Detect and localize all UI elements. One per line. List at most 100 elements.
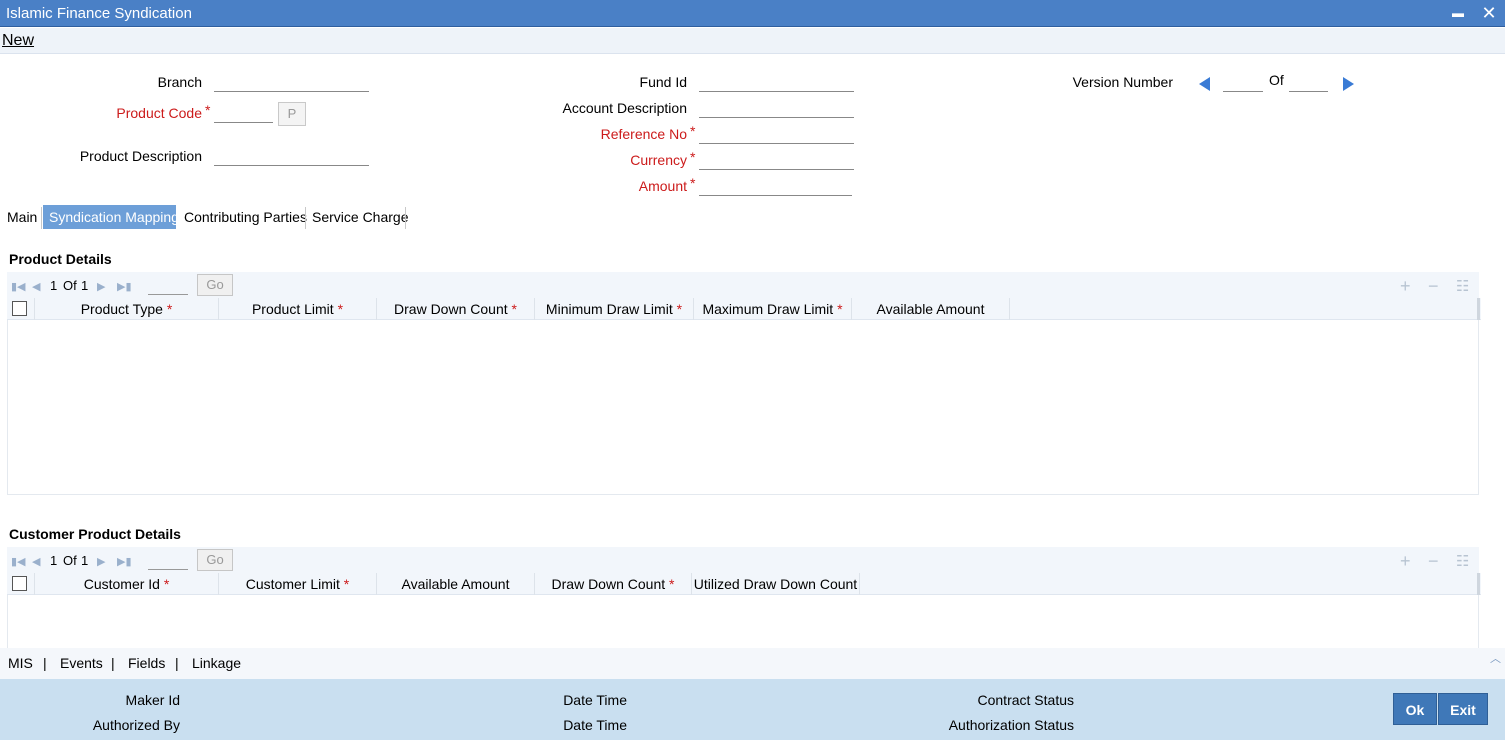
customer-product-details-header: Customer Id * Customer Limit * Available… — [7, 573, 1481, 595]
exit-button[interactable]: Exit — [1438, 693, 1488, 725]
link-separator: | — [175, 655, 179, 671]
column-label: Draw Down Count — [551, 576, 666, 592]
column-draw-down-count: Draw Down Count * — [377, 298, 534, 320]
column-label: Customer Limit — [245, 576, 340, 592]
maker-date-time-label: Date Time — [563, 692, 627, 708]
events-link[interactable]: Events — [60, 655, 103, 671]
column-utilized-draw-down-count: Utilized Draw Down Count — [693, 576, 858, 592]
product-code-input[interactable] — [214, 103, 273, 123]
pager-current: 1 — [50, 553, 58, 568]
go-button[interactable]: Go — [197, 274, 233, 296]
page-number-input[interactable] — [148, 276, 188, 295]
pager-of: Of — [63, 278, 77, 293]
customer-product-details-body — [7, 595, 1479, 648]
required-mark: * — [511, 301, 517, 317]
close-icon[interactable]: ✕ — [1478, 2, 1500, 24]
view-row-icon[interactable]: ☷ — [1456, 277, 1469, 295]
product-description-input[interactable] — [214, 146, 369, 166]
column-available-amount: Available Amount — [401, 576, 510, 592]
select-all-checkbox[interactable] — [12, 576, 27, 591]
go-button[interactable]: Go — [197, 549, 233, 571]
product-details-scrollbar[interactable] — [1477, 298, 1480, 320]
window-titlebar: Islamic Finance Syndication ▬ ✕ — [0, 0, 1505, 27]
column-maximum-draw-limit: Maximum Draw Limit * — [694, 298, 851, 320]
column-label: Product Type — [80, 301, 163, 317]
contract-status-label: Contract Status — [977, 692, 1075, 708]
window-title: Islamic Finance Syndication — [6, 5, 192, 22]
menu-bar: New — [0, 28, 1505, 54]
required-mark: * — [166, 301, 173, 317]
fund-id-label: Fund Id — [639, 74, 687, 90]
last-page-icon[interactable]: ▶▮ — [117, 280, 132, 293]
fund-id-input[interactable] — [699, 72, 854, 92]
product-code-label: Product Code — [116, 105, 202, 121]
authorized-by-label: Authorized By — [92, 717, 180, 733]
product-description-label: Product Description — [79, 148, 202, 164]
required-mark: * — [669, 576, 675, 592]
tab-main[interactable]: Main — [1, 205, 43, 229]
linkage-link[interactable]: Linkage — [192, 655, 241, 671]
column-label: Maximum Draw Limit — [702, 301, 834, 317]
previous-page-icon[interactable]: ◀ — [32, 280, 40, 293]
link-separator: | — [111, 655, 115, 671]
column-minimum-draw-limit: Minimum Draw Limit * — [535, 298, 693, 320]
delete-row-icon[interactable]: − — [1428, 551, 1439, 572]
page-number-input[interactable] — [148, 551, 188, 570]
scroll-up-icon[interactable]: ︿ — [1490, 650, 1501, 666]
tab-separator — [405, 207, 406, 229]
branch-input[interactable] — [214, 72, 369, 92]
version-number-label: Version Number — [1072, 74, 1173, 90]
next-page-icon[interactable]: ▶ — [97, 280, 105, 293]
fields-link[interactable]: Fields — [128, 655, 165, 671]
required-mark: * — [690, 123, 696, 139]
reference-no-label: Reference No — [600, 126, 687, 142]
authorization-status-label: Authorization Status — [948, 717, 1074, 733]
delete-row-icon[interactable]: − — [1428, 276, 1439, 297]
column-separator — [859, 573, 860, 595]
footer-link-bar: MIS | Events | Fields | Linkage ︿ — [0, 648, 1505, 679]
pager-of: Of — [63, 553, 77, 568]
tab-contributing-parties[interactable]: Contributing Parties — [178, 205, 313, 229]
pager-total: 1 — [81, 278, 89, 293]
previous-version-icon[interactable] — [1199, 77, 1210, 91]
previous-page-icon[interactable]: ◀ — [32, 555, 40, 568]
column-label: Draw Down Count — [394, 301, 508, 317]
minimize-icon[interactable]: ▬ — [1447, 2, 1469, 24]
version-total-input[interactable] — [1289, 72, 1328, 92]
version-number-input[interactable] — [1223, 72, 1263, 92]
required-mark: * — [676, 301, 683, 317]
product-code-lov-button[interactable]: P — [278, 102, 306, 126]
amount-label: Amount — [638, 178, 687, 194]
next-version-icon[interactable] — [1343, 77, 1354, 91]
required-mark: * — [343, 576, 350, 592]
checker-date-time-label: Date Time — [563, 717, 627, 733]
currency-input[interactable] — [699, 150, 854, 170]
customer-product-details-scrollbar[interactable] — [1477, 573, 1480, 595]
mis-link[interactable]: MIS — [8, 655, 33, 671]
account-description-input[interactable] — [699, 98, 854, 118]
product-details-title: Product Details — [9, 251, 112, 267]
required-mark: * — [205, 102, 211, 118]
amount-input[interactable] — [699, 176, 852, 196]
account-description-label: Account Description — [562, 100, 687, 116]
view-row-icon[interactable]: ☷ — [1456, 552, 1469, 570]
add-row-icon[interactable]: + — [1400, 276, 1411, 297]
first-page-icon[interactable]: ▮◀ — [11, 280, 26, 293]
reference-no-input[interactable] — [699, 124, 854, 144]
link-separator: | — [43, 655, 47, 671]
maker-id-label: Maker Id — [125, 692, 180, 708]
first-page-icon[interactable]: ▮◀ — [11, 555, 26, 568]
select-all-checkbox[interactable] — [12, 301, 27, 316]
tab-syndication-mapping[interactable]: Syndication Mapping — [43, 205, 179, 229]
product-details-header: Product Type * Product Limit * Draw Down… — [7, 298, 1481, 320]
add-row-icon[interactable]: + — [1400, 551, 1411, 572]
next-page-icon[interactable]: ▶ — [97, 555, 105, 568]
new-link[interactable]: New — [2, 32, 34, 50]
required-mark: * — [837, 301, 843, 317]
column-product-limit: Product Limit * — [219, 298, 376, 320]
column-label: Customer Id — [83, 576, 160, 592]
last-page-icon[interactable]: ▶▮ — [117, 555, 132, 568]
ok-button[interactable]: Ok — [1393, 693, 1437, 725]
tab-service-charge[interactable]: Service Charge — [306, 205, 415, 229]
currency-label: Currency — [630, 152, 687, 168]
